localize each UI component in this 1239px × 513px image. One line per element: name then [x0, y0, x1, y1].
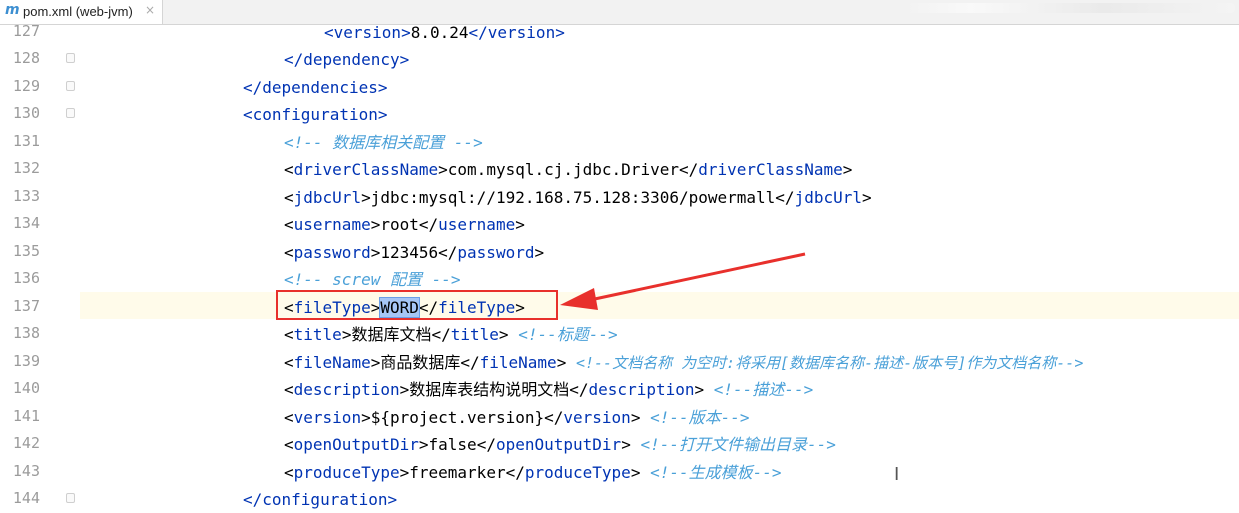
line-number: 142: [12, 434, 40, 452]
line-number: 140: [12, 379, 40, 397]
line-number: 128: [12, 49, 40, 67]
toolbar-blur: [905, 3, 1235, 13]
code-comment: <!-- screw 配置 -->: [284, 270, 461, 289]
line-number: 131: [12, 132, 40, 150]
line-number: 134: [12, 214, 40, 232]
code-line: <fileName>商品数据库</fileName> <!--文档名称 为空时:…: [284, 353, 1084, 372]
code-line: <title>数据库文档</title> <!--标题-->: [284, 325, 618, 344]
close-icon[interactable]: ×: [145, 3, 155, 17]
line-number: 137: [12, 297, 40, 315]
line-number: 141: [12, 407, 40, 425]
annotation-box: [276, 290, 558, 320]
line-number: 136: [12, 269, 40, 287]
code-line: </configuration>: [243, 490, 398, 509]
code-line: </dependencies>: [243, 78, 388, 97]
code-line: <openOutputDir>false</openOutputDir> <!-…: [284, 435, 836, 454]
code-line: <version>${project.version}</version> <!…: [284, 408, 750, 427]
code-line: <driverClassName>com.mysql.cj.jdbc.Drive…: [284, 160, 853, 179]
line-number: 143: [12, 462, 40, 480]
code-editor[interactable]: <version>8.0.24</version> </dependency> …: [80, 23, 1239, 513]
line-number: 139: [12, 352, 40, 370]
code-line: <password>123456</password>: [284, 243, 545, 262]
code-comment: <!-- 数据库相关配置 -->: [284, 133, 483, 152]
code-line: <username>root</username>: [284, 215, 525, 234]
text-cursor-icon: I: [894, 464, 900, 485]
line-number: 129: [12, 77, 40, 95]
line-number: 130: [12, 104, 40, 122]
code-line: <jdbcUrl>jdbc:mysql://192.168.75.128:330…: [284, 188, 872, 207]
line-number: 132: [12, 159, 40, 177]
code-line: <produceType>freemarker</produceType> <!…: [284, 463, 782, 482]
code-line: <configuration>: [243, 105, 388, 124]
tab-title: pom.xml (web-jvm): [23, 4, 133, 19]
fold-marker[interactable]: [66, 53, 75, 63]
line-number-gutter: 127 128 129 130 131 132 133 134 135 136 …: [0, 22, 75, 513]
fold-marker[interactable]: [66, 493, 75, 503]
line-number: 127: [12, 22, 40, 40]
line-number: 144: [12, 489, 40, 507]
fold-marker[interactable]: [66, 81, 75, 91]
maven-icon: m: [5, 2, 20, 18]
line-number: 138: [12, 324, 40, 342]
fold-marker[interactable]: [66, 108, 75, 118]
line-number: 135: [12, 242, 40, 260]
code-line: <version>8.0.24</version>: [324, 23, 565, 42]
code-line: <description>数据库表结构说明文档</description> <!…: [284, 380, 814, 399]
editor-tab-bar: m pom.xml (web-jvm) ×: [0, 0, 1239, 25]
code-line: </dependency>: [284, 50, 410, 69]
line-number: 133: [12, 187, 40, 205]
